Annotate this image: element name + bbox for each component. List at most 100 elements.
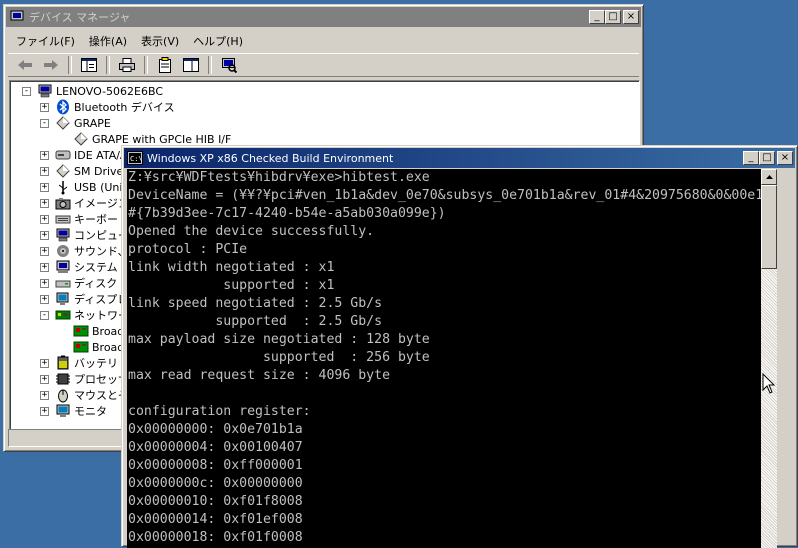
console-tree-icon (81, 58, 97, 72)
battery-icon (57, 355, 69, 370)
expand-toggle[interactable]: + (40, 198, 49, 208)
display-adapter-icon (56, 292, 69, 305)
console-titlebar[interactable]: C:\ Windows XP x86 Checked Build Environ… (124, 148, 795, 168)
minimize-button[interactable]: _ (589, 10, 605, 24)
device-manager-icon (10, 10, 24, 23)
device-manager-titlebar[interactable]: デバイス マネージャ _ □ × (6, 7, 641, 27)
svg-text:C:\: C:\ (130, 155, 143, 163)
console-line: Opened the device successfully. (128, 224, 375, 239)
console-line: max read request size : 4096 byte (128, 368, 391, 383)
close-button[interactable]: × (623, 10, 639, 24)
expand-toggle[interactable]: + (40, 358, 49, 368)
command-prompt-icon: C:\ (127, 151, 143, 165)
expand-toggle[interactable]: + (40, 262, 49, 272)
tree-item-label: GRAPE with GPCIe HIB I/F (92, 132, 232, 146)
maximize-button[interactable]: □ (605, 10, 621, 24)
monitor-icon (56, 404, 70, 417)
usb-icon (58, 181, 68, 195)
grape-device-icon (74, 132, 88, 146)
console-line: supported : 2.5 Gb/s (128, 314, 383, 329)
tree-item[interactable]: + キーボード (40, 211, 129, 227)
menu-bar: ファイル(F) 操作(A) 表示(V) ヘルプ(H) (8, 31, 639, 51)
console-line: 0x00000000: 0x0e701b1a (128, 422, 303, 437)
minimize-button[interactable]: _ (743, 151, 759, 165)
expand-toggle[interactable]: + (40, 150, 49, 160)
network-card-icon (73, 325, 89, 337)
computer-icon (56, 228, 70, 242)
bluetooth-icon (57, 99, 69, 115)
collapse-toggle[interactable]: - (40, 310, 49, 320)
expand-toggle[interactable]: + (40, 166, 49, 176)
tree-item[interactable]: + プロセッサ (40, 371, 129, 387)
console-line: supported : x1 (128, 278, 335, 293)
tree-item-label: LENOVO-5062E6BC (56, 84, 164, 98)
toolbar-separator (106, 56, 110, 74)
console-line: 0x00000014: 0xf01ef008 (128, 512, 303, 527)
console-title: Windows XP x86 Checked Build Environment (147, 151, 394, 165)
system-device-icon (56, 260, 70, 273)
print-button[interactable] (116, 55, 138, 75)
scroll-thumb[interactable] (761, 185, 777, 269)
console-line: DeviceName = (¥¥?¥pci#ven_1b1a&dev_0e70&… (128, 188, 761, 203)
scan-hardware-icon (222, 58, 237, 73)
maximize-button[interactable]: □ (759, 151, 775, 165)
show-hide-tree-button[interactable] (78, 55, 100, 75)
tree-item[interactable]: + モニタ (40, 403, 107, 419)
back-button[interactable] (14, 55, 36, 75)
tree-item[interactable]: + SM Driver (40, 163, 128, 179)
network-card-icon (73, 341, 89, 353)
menu-help[interactable]: ヘルプ(H) (186, 33, 250, 49)
expand-toggle[interactable]: + (40, 182, 49, 192)
grape-device-icon (56, 116, 70, 130)
scan-hardware-button[interactable] (218, 55, 240, 75)
scroll-up-button[interactable] (761, 169, 777, 185)
expand-toggle[interactable]: + (40, 278, 49, 288)
scroll-up-arrow-icon (765, 175, 773, 179)
properties-icon (159, 57, 171, 73)
mouse-icon (58, 389, 68, 403)
console-line: configuration register: (128, 404, 311, 419)
tree-item-label: SM Driver (74, 164, 128, 178)
console-line: 0x00000008: 0xff000001 (128, 458, 303, 473)
tree-item[interactable]: - LENOVO-5062E6BC (22, 83, 163, 99)
expand-toggle[interactable]: + (40, 406, 49, 416)
toolbar-separator (68, 56, 72, 74)
imaging-icon (55, 198, 71, 210)
expand-toggle[interactable]: + (40, 214, 49, 224)
close-button[interactable]: × (777, 151, 793, 165)
expand-toggle[interactable]: + (40, 246, 49, 256)
tree-item[interactable]: - GRAPE (40, 115, 111, 131)
expand-toggle[interactable]: + (40, 374, 49, 384)
processor-icon (56, 373, 70, 385)
vertical-scrollbar[interactable] (761, 169, 777, 548)
collapse-toggle[interactable]: - (40, 118, 49, 128)
console-line: 0x00000018: 0xf01f0008 (128, 530, 303, 545)
expand-toggle[interactable]: + (40, 230, 49, 240)
console-line: link width negotiated : x1 (128, 260, 335, 275)
tree-item[interactable]: + Bluetooth デバイス (40, 99, 175, 115)
menu-action[interactable]: 操作(A) (82, 33, 134, 49)
expand-toggle[interactable]: + (40, 102, 49, 112)
expand-toggle[interactable]: + (40, 294, 49, 304)
console-line: protocol : PCIe (128, 242, 248, 257)
tree-item[interactable]: + バッテリ (40, 355, 118, 371)
tree-item-label: GRAPE (74, 116, 111, 130)
device-manager-title: デバイス マネージャ (29, 11, 131, 24)
menu-view[interactable]: 表示(V) (134, 33, 186, 49)
console-line: link speed negotiated : 2.5 Gb/s (128, 296, 383, 311)
expand-toggle[interactable]: + (40, 390, 49, 400)
printer-icon (119, 58, 135, 72)
network-adapter-icon (55, 310, 71, 320)
properties-button[interactable] (154, 55, 176, 75)
console-output[interactable]: Z:¥src¥WDFtests¥hibdrv¥exe>hibtest.exe De… (127, 169, 761, 548)
tree-item-label: バッテリ (74, 357, 118, 370)
tree-item-label: Bluetooth デバイス (74, 101, 175, 114)
collapse-toggle[interactable]: - (22, 86, 31, 96)
toolbar-separator (208, 56, 212, 74)
ide-controller-icon (55, 150, 71, 160)
menu-file[interactable]: ファイル(F) (8, 33, 82, 49)
sound-icon (57, 245, 69, 257)
help-button[interactable] (180, 55, 202, 75)
toolbar (8, 53, 639, 77)
forward-button[interactable] (40, 55, 62, 75)
